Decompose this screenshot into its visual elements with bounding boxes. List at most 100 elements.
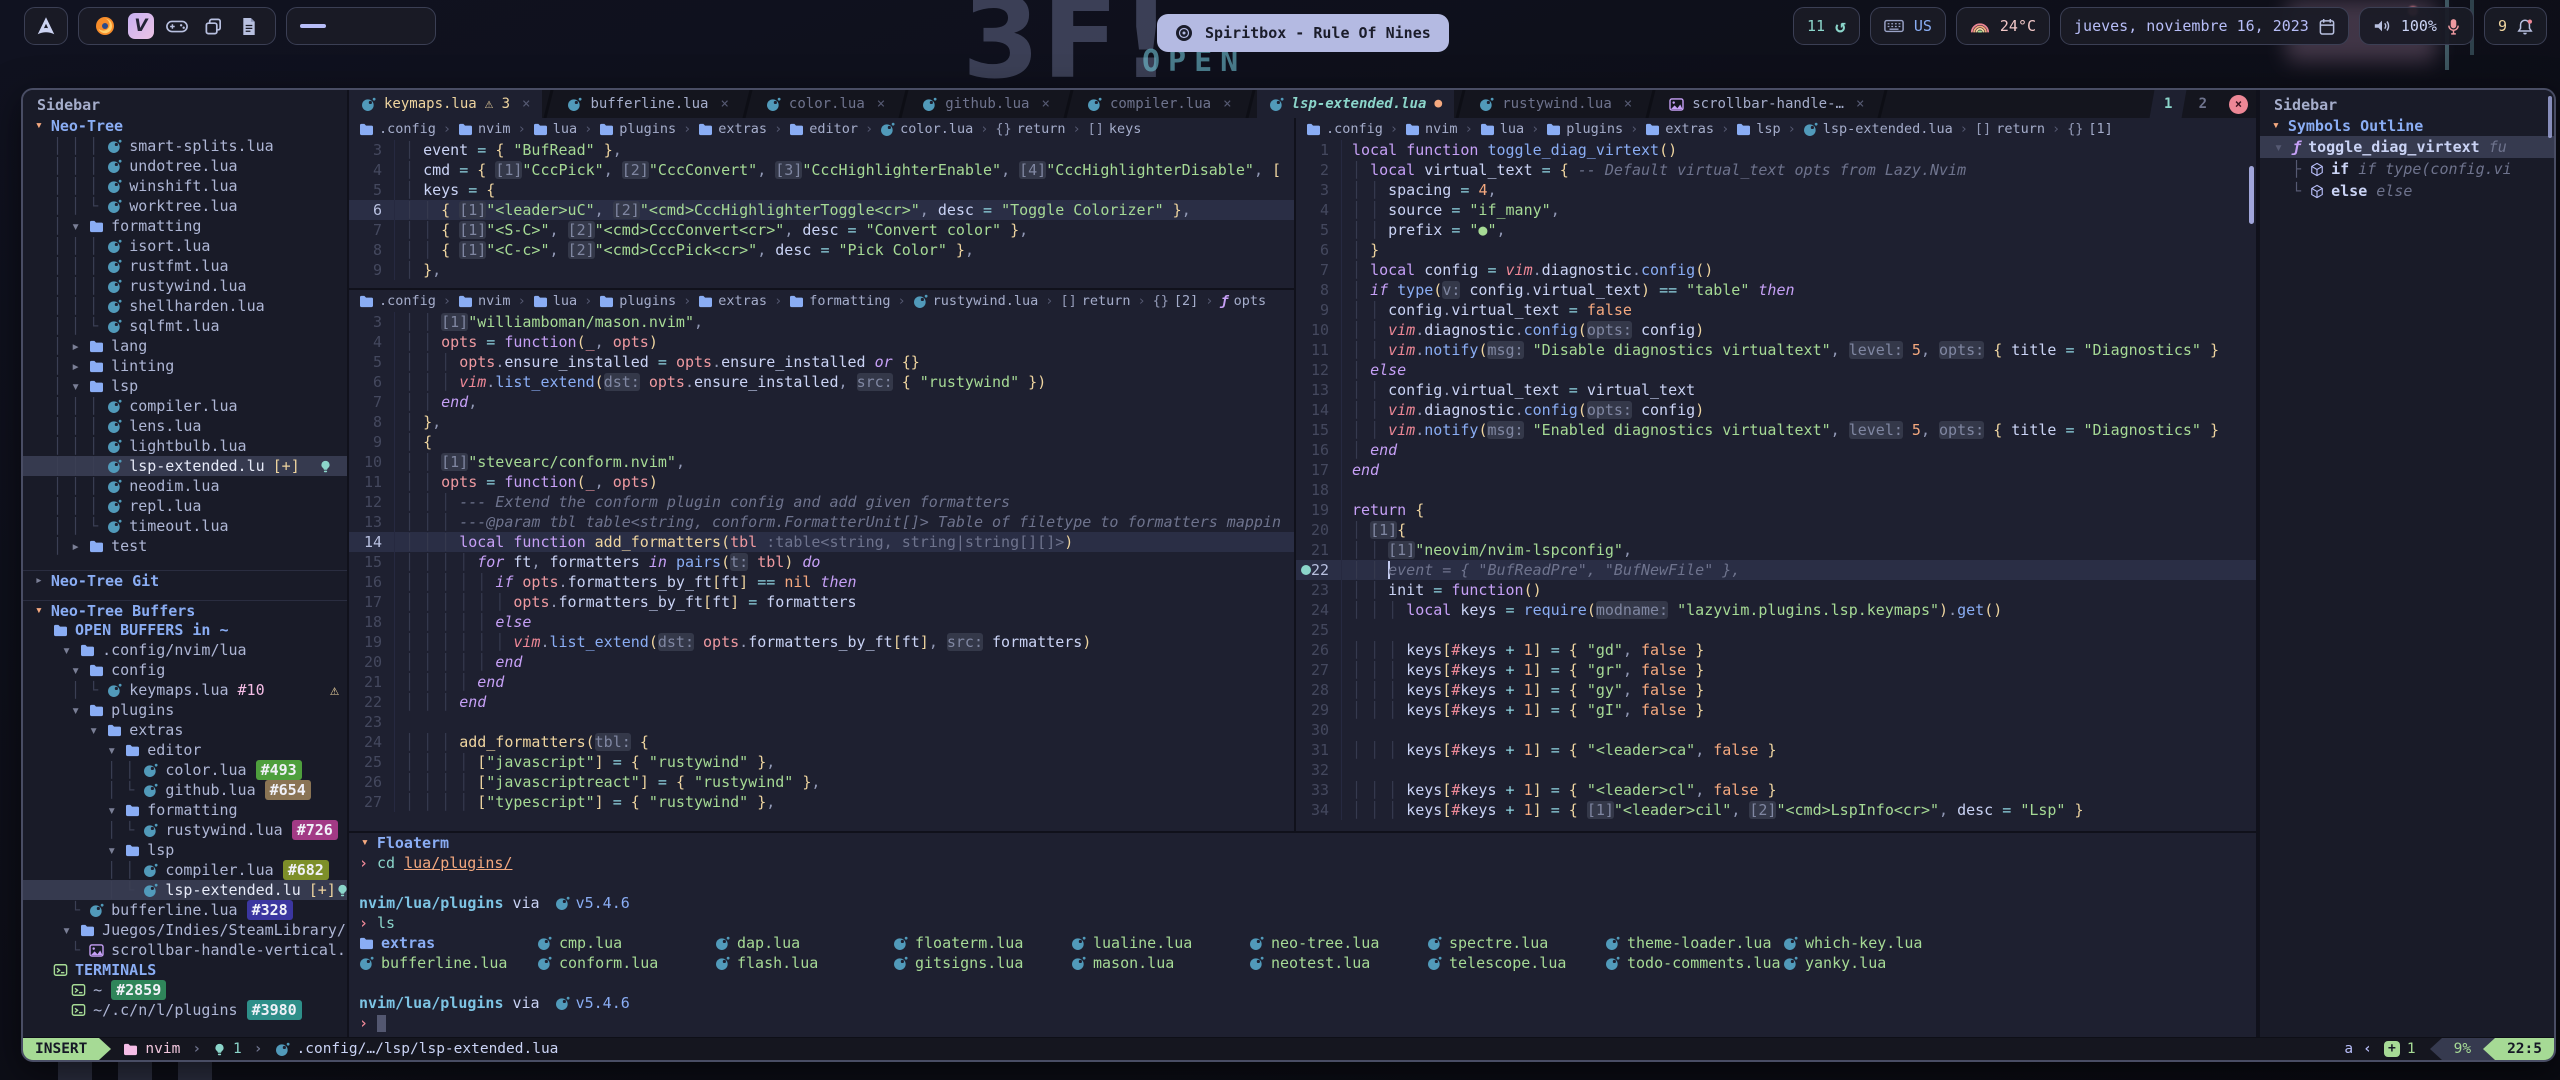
tree-item-rustywind-lua[interactable]: │ └ rustywind.lua#726 <box>23 820 347 840</box>
code-line[interactable]: 34│ │ │ keys[#keys + 1] = { [1]"<leader>… <box>1296 800 2256 820</box>
section-neo-tree-buffers[interactable]: ▾Neo-Tree Buffers <box>23 600 347 620</box>
tree-item-editor[interactable]: ▾ editor <box>23 740 347 760</box>
code-line[interactable]: 14│ │ │ local function add_formatters(tb… <box>349 532 1294 552</box>
code-line[interactable]: 16│ │ │ │ │ if opts.formatters_by_ft[ft]… <box>349 572 1294 592</box>
now-playing-widget[interactable]: Spiritbox - Rule Of Nines <box>1157 14 1449 52</box>
code-line[interactable]: 16│ end <box>1296 440 2256 460</box>
code-line[interactable]: 26│ │ │ keys[#keys + 1] = { "gd", false … <box>1296 640 2256 660</box>
breadcrumb-segment[interactable]: .config <box>359 119 436 139</box>
code-line[interactable]: 20│ [1]{ <box>1296 520 2256 540</box>
tab-close-icon[interactable]: × <box>1856 94 1864 114</box>
tree-item-github-lua[interactable]: │ └ github.lua#654 <box>23 780 347 800</box>
tree-item-lightbulb-lua[interactable]: │ │ │ lightbulb.lua <box>23 436 347 456</box>
tree-item-neodim-lua[interactable]: │ │ │ neodim.lua <box>23 476 347 496</box>
breadcrumb-segment[interactable]: plugins <box>599 291 676 311</box>
code-line[interactable]: 8│ │ { [1]"<C-c>", [2]"<cmd>CccPick<cr>"… <box>349 240 1294 260</box>
tree-item-worktree-lua[interactable]: │ │ └ worktree.lua <box>23 196 347 216</box>
breadcrumb-segment[interactable]: plugins <box>1546 119 1623 139</box>
document-icon[interactable] <box>236 13 262 39</box>
code-line[interactable]: 7│ │ end, <box>349 392 1294 412</box>
breadcrumb-segment[interactable]: []return <box>1975 119 2045 139</box>
breadcrumb-segment[interactable]: extras <box>1645 119 1714 139</box>
code-line[interactable]: 4│ │ source = "if_many", <box>1296 200 2256 220</box>
close-all-icon[interactable]: × <box>2229 95 2248 114</box>
code-line[interactable]: 30 <box>1296 720 2256 740</box>
breadcrumb-segment[interactable]: lsp <box>1736 119 1780 139</box>
tree-item-undotree-lua[interactable]: │ │ │ undotree.lua <box>23 156 347 176</box>
breadcrumb[interactable]: .config›nvim›lua›plugins›extras›editor›c… <box>349 118 1294 140</box>
tree-item-formatting[interactable]: │ ▾ formatting <box>23 216 347 236</box>
breadcrumb-segment[interactable]: rustywind.lua <box>913 291 1039 311</box>
code-line[interactable]: 29│ │ │ keys[#keys + 1] = { "gI", false … <box>1296 700 2256 720</box>
tab-compiler-lua[interactable]: compiler.lua× <box>1075 90 1244 118</box>
code-line[interactable]: 23 <box>349 712 1294 732</box>
code-line[interactable]: 10│ │ vim.diagnostic.config(opts: config… <box>1296 320 2256 340</box>
scrollbar-handle[interactable] <box>2548 96 2552 138</box>
code-line[interactable]: 21│ │ │ │ end <box>349 672 1294 692</box>
code-line[interactable]: 22│ │ │ end <box>349 692 1294 712</box>
breadcrumb-segment[interactable]: extras <box>698 291 767 311</box>
section-neo-tree-git[interactable]: ▸Neo-Tree Git <box>23 570 347 590</box>
launcher-button[interactable] <box>24 7 68 45</box>
code-line[interactable]: 26│ │ │ │ ["javascriptreact"] = { "rusty… <box>349 772 1294 792</box>
tree-item-linting[interactable]: │ ▸ linting <box>23 356 347 376</box>
tree-item-rustywind-lua[interactable]: │ │ │ rustywind.lua <box>23 276 347 296</box>
tree-item-open-buffers-in-~[interactable]: OPEN BUFFERS in ~ <box>23 620 347 640</box>
firefox-icon[interactable] <box>92 13 118 39</box>
breadcrumb-segment[interactable]: {}return <box>995 119 1065 139</box>
breadcrumb-segment[interactable]: nvim <box>1405 119 1458 139</box>
code-line[interactable]: 9│ }, <box>349 260 1294 280</box>
breadcrumb-segment[interactable]: lsp-extended.lua <box>1803 119 1953 139</box>
code-line[interactable]: 10│ │ [1]"stevearc/conform.nvim", <box>349 452 1294 472</box>
code-line[interactable]: 13│ │ │ ---@param tbl table<string, conf… <box>349 512 1294 532</box>
notifications-widget[interactable]: 9 <box>2484 7 2547 45</box>
code-line[interactable]: 24│ │ │ add_formatters(tbl: { <box>349 732 1294 752</box>
code-line[interactable]: 9│ { <box>349 432 1294 452</box>
code-line[interactable]: 7│ local config = vim.diagnostic.config(… <box>1296 260 2256 280</box>
tree-item-test[interactable]: │ ▸ test <box>23 536 347 556</box>
tree-item-lang[interactable]: │ ▸ lang <box>23 336 347 356</box>
window-stack-icon[interactable] <box>200 13 226 39</box>
weather-widget[interactable]: 24°C <box>1956 7 2050 45</box>
tree-item-color-lua[interactable]: │ │ color.lua#493 <box>23 760 347 780</box>
code-line[interactable]: 15│ │ │ │ for ft, formatters in pairs(t:… <box>349 552 1294 572</box>
tab-color-lua[interactable]: color.lua× <box>754 90 897 118</box>
tree-item-shellharden-lua[interactable]: │ │ │ shellharden.lua <box>23 296 347 316</box>
breadcrumb-segment[interactable]: plugins <box>599 119 676 139</box>
statusline-file[interactable]: .config/…/lsp/lsp-extended.lua <box>275 1039 559 1059</box>
breadcrumb-segment[interactable]: lua <box>533 291 577 311</box>
code-line[interactable]: 9│ │ config.virtual_text = false <box>1296 300 2256 320</box>
tree-item-repl-lua[interactable]: │ │ │ repl.lua <box>23 496 347 516</box>
keyboard-layout-widget[interactable]: US <box>1870 7 1946 45</box>
code-line[interactable]: 31│ │ │ keys[#keys + 1] = { "<leader>ca"… <box>1296 740 2256 760</box>
clock-widget[interactable]: jueves, noviembre 16, 2023 <box>2060 7 2349 45</box>
tabpage-2[interactable]: 2 <box>2187 90 2219 118</box>
tree-item-extras[interactable]: ▾ extras <box>23 720 347 740</box>
tab-bufferline-lua[interactable]: bufferline.lua× <box>555 90 740 118</box>
tree-item-lsp[interactable]: ▾ lsp <box>23 840 347 860</box>
tree-item-scrollbar-handle-vertical-p[interactable]: └ scrollbar-handle-vertical.p <box>23 940 347 960</box>
code-line[interactable]: 6│ } <box>1296 240 2256 260</box>
code-line[interactable]: 28│ │ │ keys[#keys + 1] = { "gy", false … <box>1296 680 2256 700</box>
tab-close-icon[interactable]: × <box>720 94 728 114</box>
code-line[interactable]: 24│ │ │ local keys = require(modname: "l… <box>1296 600 2256 620</box>
breadcrumb-segment[interactable]: lua <box>533 119 577 139</box>
code-line[interactable]: 3│ │ spacing = 4, <box>1296 180 2256 200</box>
breadcrumb-segment[interactable]: nvim <box>458 119 511 139</box>
statusline-bulb[interactable]: 1 <box>213 1039 242 1059</box>
outline-item-if[interactable]: ├ ifif type(config.vi <box>2260 158 2554 180</box>
breadcrumb[interactable]: .config›nvim›lua›plugins›extras›formatti… <box>349 290 1294 312</box>
tree-item-juegos-indies-steamlibrary-st[interactable]: ▾ Juegos/Indies/SteamLibrary/st <box>23 920 347 940</box>
tree-item-config[interactable]: ▾ config <box>23 660 347 680</box>
tree-item-keymaps-lua[interactable]: │ └ keymaps.lua#10⚠ <box>23 680 347 700</box>
code-line[interactable]: 21│ │ [1]"neovim/nvim-lspconfig", <box>1296 540 2256 560</box>
breadcrumb-segment[interactable]: lua <box>1480 119 1524 139</box>
code-line[interactable]: 11│ │ vim.notify(msg: "Disable diagnosti… <box>1296 340 2256 360</box>
outline-item-toggle_diag_virtext[interactable]: ▾ ƒtoggle_diag_virtextfu <box>2260 136 2554 158</box>
tree-item-~[interactable]: ~#2859 <box>23 980 347 1000</box>
tree-item-terminals[interactable]: TERMINALS <box>23 960 347 980</box>
code-line[interactable]: 8│ }, <box>349 412 1294 432</box>
tab-github-lua[interactable]: github.lua× <box>910 90 1062 118</box>
code-line[interactable]: 2│ local virtual_text = { -- Default vir… <box>1296 160 2256 180</box>
tree-item-isort-lua[interactable]: │ │ │ isort.lua <box>23 236 347 256</box>
